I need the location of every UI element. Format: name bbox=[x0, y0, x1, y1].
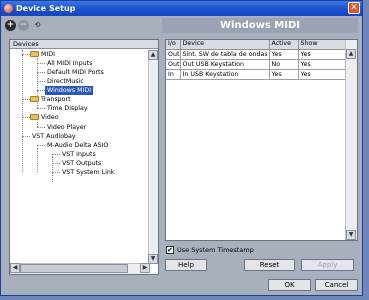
cancel-button[interactable]: Cancel bbox=[315, 279, 358, 291]
help-button[interactable]: Help bbox=[165, 259, 207, 271]
table-row[interactable]: Out Out USB Keystation No Yes bbox=[166, 59, 347, 70]
tree-item-default-midi-ports[interactable]: Default MIDI Ports bbox=[47, 68, 104, 77]
tree-connector bbox=[37, 58, 38, 98]
scroll-down-icon[interactable]: ▼ bbox=[346, 230, 356, 240]
midi-ports-table: I/o Device Active Show Out Sint. SW de t… bbox=[166, 40, 347, 80]
tree-item-all-midi-inputs[interactable]: All MIDI Inputs bbox=[47, 59, 92, 68]
close-button[interactable]: ✕ bbox=[348, 2, 360, 14]
device-setup-window: Device Setup ✕ + − ⟲ Windows MIDI Device… bbox=[0, 0, 363, 296]
tree-item-vst-system-link[interactable]: VST System Link bbox=[62, 168, 115, 177]
tree-connector bbox=[37, 148, 38, 172]
tree-item-vst-outputs[interactable]: VST Outputs bbox=[62, 159, 101, 168]
devices-header: Devices bbox=[10, 40, 158, 49]
tree-item-windows-midi[interactable]: Windows MIDI bbox=[45, 86, 94, 95]
use-system-timestamp-option[interactable]: ✔ Use System Timestamp bbox=[166, 245, 254, 255]
folder-icon bbox=[30, 114, 39, 120]
scroll-up-icon[interactable]: ▲ bbox=[148, 50, 158, 60]
column-header-io[interactable]: I/o bbox=[166, 40, 181, 50]
tree-item-directmusic[interactable]: DirectMusic bbox=[47, 77, 84, 86]
table-row[interactable]: In In USB Keystation Yes Yes bbox=[166, 69, 347, 80]
cell-device: Sint. SW de tabla de ondas GS ( bbox=[180, 49, 270, 60]
tree-connector bbox=[37, 90, 45, 91]
tree-connector bbox=[22, 136, 30, 137]
title-bar[interactable]: Device Setup ✕ bbox=[1, 1, 362, 16]
scrollbar-thumb[interactable] bbox=[20, 264, 128, 273]
cell-show[interactable]: Yes bbox=[298, 69, 347, 80]
midi-ports-panel: I/o Device Active Show Out Sint. SW de t… bbox=[165, 39, 358, 241]
cell-active[interactable]: Yes bbox=[269, 69, 299, 80]
cell-show[interactable]: Yes bbox=[298, 49, 347, 60]
tree-connector bbox=[22, 117, 30, 118]
cell-io: Out bbox=[166, 59, 181, 70]
window-title: Device Setup bbox=[16, 4, 76, 13]
devices-vertical-scrollbar[interactable]: ▲ ▼ bbox=[148, 50, 158, 264]
apply-button[interactable]: Apply bbox=[301, 259, 354, 271]
ok-button[interactable]: OK bbox=[268, 279, 311, 291]
cubase-app-icon bbox=[4, 4, 13, 13]
tree-connector bbox=[52, 172, 60, 173]
column-header-device[interactable]: Device bbox=[180, 40, 270, 50]
tree-connector bbox=[52, 154, 60, 155]
remove-device-icon[interactable]: − bbox=[18, 20, 29, 31]
tree-item-m-audio-delta-asio[interactable]: M-Audio Delta ASIO bbox=[47, 141, 108, 150]
tree-connector bbox=[22, 54, 30, 55]
devices-panel: Devices MIDI All MIDI Inputs Default MID… bbox=[9, 39, 159, 275]
toolbar: + − ⟲ bbox=[5, 20, 44, 32]
cell-io: Out bbox=[166, 49, 181, 60]
use-system-timestamp-label: Use System Timestamp bbox=[177, 246, 254, 254]
tree-connector bbox=[37, 127, 45, 128]
table-row[interactable]: Out Sint. SW de tabla de ondas GS ( Yes … bbox=[166, 49, 347, 60]
cell-active[interactable]: Yes bbox=[269, 49, 299, 60]
cell-device: In USB Keystation bbox=[180, 69, 270, 80]
tree-item-vst-inputs[interactable]: VST Inputs bbox=[62, 150, 96, 159]
tree-item-transport[interactable]: Transport bbox=[41, 95, 71, 104]
column-header-active[interactable]: Active bbox=[269, 40, 299, 50]
cell-io: In bbox=[166, 69, 181, 80]
panel-title: Windows MIDI bbox=[162, 18, 358, 33]
tree-connector bbox=[52, 156, 53, 182]
tree-connector bbox=[37, 72, 45, 73]
tree-connector bbox=[52, 163, 60, 164]
tree-item-midi[interactable]: MIDI bbox=[41, 50, 55, 59]
tree-item-video-player[interactable]: Video Player bbox=[47, 123, 86, 132]
tree-connector bbox=[37, 145, 45, 146]
column-header-show[interactable]: Show bbox=[298, 40, 347, 50]
tree-connector bbox=[37, 63, 45, 64]
cell-active[interactable]: No bbox=[269, 59, 299, 70]
cell-show[interactable]: Yes bbox=[298, 59, 347, 70]
tree-connector bbox=[37, 108, 45, 109]
tree-connector bbox=[22, 50, 23, 172]
scroll-left-icon[interactable]: ◀ bbox=[10, 263, 20, 273]
folder-icon bbox=[30, 51, 39, 57]
use-system-timestamp-checkbox[interactable]: ✔ bbox=[166, 246, 174, 254]
tree-item-vst-audiobay[interactable]: VST Audiobay bbox=[32, 132, 76, 141]
reset-button[interactable]: Reset bbox=[244, 259, 295, 271]
devices-horizontal-scrollbar[interactable]: ◀ ▶ bbox=[10, 263, 150, 274]
folder-icon bbox=[30, 96, 39, 102]
tree-item-time-display[interactable]: Time Display bbox=[47, 104, 88, 113]
tree-connector bbox=[37, 81, 45, 82]
scroll-right-icon[interactable]: ▶ bbox=[140, 263, 150, 273]
cell-device: Out USB Keystation bbox=[180, 59, 270, 70]
scroll-up-icon[interactable]: ▲ bbox=[346, 49, 356, 59]
add-device-icon[interactable]: + bbox=[5, 20, 16, 31]
reset-device-icon[interactable]: ⟲ bbox=[31, 20, 44, 31]
tree-connector bbox=[22, 99, 30, 100]
devices-tree: MIDI All MIDI Inputs Default MIDI Ports … bbox=[10, 50, 149, 264]
table-vertical-scrollbar[interactable]: ▲ ▼ bbox=[345, 40, 357, 240]
tree-item-video[interactable]: Video bbox=[41, 113, 59, 122]
